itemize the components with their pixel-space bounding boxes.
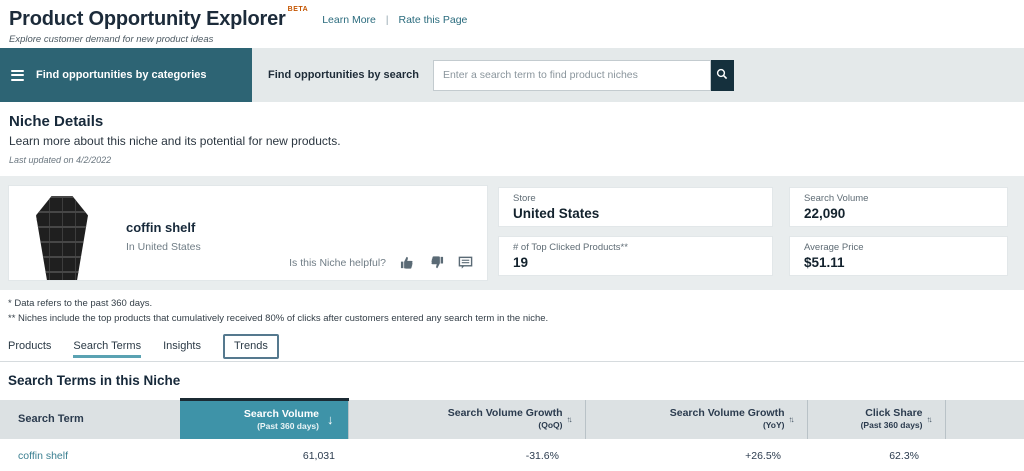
empty-cell xyxy=(945,439,1024,471)
stat-label: Average Price xyxy=(804,242,993,253)
tab-search-terms[interactable]: Search Terms xyxy=(73,340,141,358)
niche-summary-card: coffin shelf In United States Is this Ni… xyxy=(8,185,488,281)
sort-icon[interactable]: ↑↓ xyxy=(567,415,571,424)
search-terms-table: Search Term Search Volume (Past 360 days… xyxy=(0,398,1024,471)
niche-product-image xyxy=(36,196,88,280)
tab-products[interactable]: Products xyxy=(8,340,51,358)
learn-more-link[interactable]: Learn More xyxy=(322,14,376,26)
column-header-search-volume[interactable]: Search Volume (Past 360 days) ↓ xyxy=(180,400,348,439)
column-header-growth-qoq[interactable]: Search Volume Growth (QoQ) ↑↓ xyxy=(348,400,585,439)
categories-menu-button[interactable]: Find opportunities by categories xyxy=(0,48,252,102)
hamburger-icon xyxy=(11,70,24,81)
search-term-cell: coffin shelf xyxy=(0,439,180,471)
stat-value: United States xyxy=(513,206,758,221)
niche-tabs: Products Search Terms Insights Trends xyxy=(0,330,1024,362)
link-separator: | xyxy=(386,15,389,26)
search-button[interactable] xyxy=(711,60,734,91)
footnotes: * Data refers to the past 360 days. ** N… xyxy=(0,290,1024,330)
column-header-search-term: Search Term xyxy=(0,400,180,439)
sort-icon[interactable]: ↑↓ xyxy=(927,415,931,424)
comment-icon[interactable] xyxy=(458,255,473,270)
sort-icon[interactable]: ↑↓ xyxy=(789,415,793,424)
page-subtitle: Explore customer demand for new product … xyxy=(9,34,1024,45)
stat-value: 19 xyxy=(513,255,758,270)
thumbs-up-icon[interactable] xyxy=(400,255,415,270)
table-row: coffin shelf 61,031 -31.6% +26.5% 62.3% xyxy=(0,439,1024,471)
stat-card-search-volume: Search Volume 22,090 xyxy=(789,187,1008,227)
stats-grid: Store United States Search Volume 22,090… xyxy=(498,185,1008,290)
stat-label: # of Top Clicked Products** xyxy=(513,242,758,253)
stat-card-top-clicked-products: # of Top Clicked Products** 19 xyxy=(498,236,773,276)
column-header-click-share[interactable]: Click Share (Past 360 days) ↑↓ xyxy=(807,400,945,439)
table-header-row: Search Term Search Volume (Past 360 days… xyxy=(0,400,1024,439)
sort-descending-icon[interactable]: ↓ xyxy=(327,412,334,427)
section-title: Search Terms in this Niche xyxy=(0,362,1024,398)
stat-label: Store xyxy=(513,193,758,204)
niche-details-section: Niche Details Learn more about this nich… xyxy=(0,102,1024,176)
rate-this-page-link[interactable]: Rate this Page xyxy=(399,14,468,26)
search-bar: Find opportunities by search xyxy=(252,48,1024,102)
beta-badge: BETA xyxy=(288,6,309,13)
last-updated-text: Last updated on 4/2/2022 xyxy=(9,155,1024,165)
categories-menu-label: Find opportunities by categories xyxy=(36,69,207,81)
stat-label: Search Volume xyxy=(804,193,993,204)
navbar: Find opportunities by categories Find op… xyxy=(0,48,1024,102)
page-title: Product Opportunity Explorer xyxy=(9,8,286,31)
niche-details-title: Niche Details xyxy=(9,113,1024,130)
cards-region: coffin shelf In United States Is this Ni… xyxy=(0,176,1024,290)
column-header-empty xyxy=(945,400,1024,439)
click-share-cell: 62.3% xyxy=(807,439,945,471)
tab-trends[interactable]: Trends xyxy=(223,334,279,359)
growth-yoy-cell: +26.5% xyxy=(585,439,807,471)
search-label: Find opportunities by search xyxy=(268,69,419,81)
column-header-growth-yoy[interactable]: Search Volume Growth (YoY) ↑↓ xyxy=(585,400,807,439)
stat-value: $51.11 xyxy=(804,255,993,270)
search-input[interactable] xyxy=(433,60,711,91)
niche-name: coffin shelf xyxy=(126,220,201,235)
thumbs-down-icon[interactable] xyxy=(429,255,444,270)
stat-card-average-price: Average Price $51.11 xyxy=(789,236,1008,276)
search-term-link[interactable]: coffin shelf xyxy=(18,450,68,462)
stat-card-store: Store United States xyxy=(498,187,773,227)
growth-qoq-cell: -31.6% xyxy=(348,439,585,471)
search-volume-cell: 61,031 xyxy=(180,439,348,471)
search-icon xyxy=(716,68,728,83)
niche-details-description: Learn more about this niche and its pote… xyxy=(9,134,1024,148)
helpful-question-label: Is this Niche helpful? xyxy=(289,257,386,269)
footnote-data-period: * Data refers to the past 360 days. xyxy=(8,297,1024,312)
tab-insights[interactable]: Insights xyxy=(163,340,201,358)
footnote-niche-definition: ** Niches include the top products that … xyxy=(8,312,1024,327)
niche-location: In United States xyxy=(126,241,201,253)
app-header: Product Opportunity Explorer BETA Learn … xyxy=(0,0,1024,48)
stat-value: 22,090 xyxy=(804,206,993,221)
